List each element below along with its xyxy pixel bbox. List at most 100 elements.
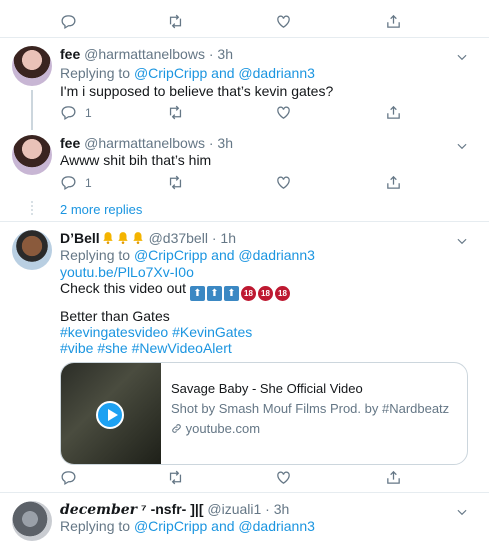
replying-to: Replying to @CripCripp and @dadriann3	[60, 65, 315, 81]
no-under-18-icon: 18	[240, 286, 256, 301]
heart-icon	[277, 471, 290, 484]
up-arrow-icon: ⬆	[206, 286, 222, 301]
handle[interactable]: @izuali1	[207, 501, 261, 517]
bell-icon	[133, 232, 143, 244]
video-thumbnail[interactable]	[61, 363, 161, 464]
replying-label: Replying to	[60, 518, 131, 534]
tweet-header: fee @harmattanelbows · 3h	[60, 135, 233, 151]
up-arrow-icon: ⬆	[223, 286, 239, 301]
like-button[interactable]	[275, 13, 292, 30]
avatar[interactable]	[12, 230, 52, 270]
share-button[interactable]	[385, 174, 402, 191]
separator: ·	[265, 501, 270, 517]
tweet-text: I'm i supposed to believe that’s kevin g…	[60, 83, 334, 99]
top-action-bar	[60, 13, 460, 31]
retweet-button[interactable]	[167, 104, 184, 121]
mention-link[interactable]: @CripCripp	[134, 247, 207, 263]
display-name[interactable]: fee	[60, 135, 80, 151]
handle[interactable]: @d37bell	[149, 230, 208, 246]
handle[interactable]: @harmattanelbows	[84, 135, 205, 151]
tweet-december[interactable]: december ⁷ -nsfr- ]|[ @izuali1 · 3h Repl…	[0, 493, 489, 541]
link-card[interactable]: Savage Baby - She Official Video Shot by…	[60, 362, 468, 465]
display-name[interactable]: D’Bell	[60, 230, 100, 246]
more-replies-link[interactable]: 2 more replies	[60, 202, 142, 217]
avatar[interactable]	[12, 501, 52, 541]
chevron-down-icon[interactable]	[455, 505, 469, 519]
mention-link[interactable]: @CripCripp	[134, 518, 207, 534]
heart-icon	[277, 106, 290, 119]
tweet-text: Awww shit bih that’s him	[60, 152, 212, 168]
play-icon[interactable]	[96, 401, 124, 429]
chevron-down-icon[interactable]	[455, 139, 469, 153]
share-button[interactable]	[385, 104, 402, 121]
display-name[interactable]: fee	[60, 46, 80, 62]
chevron-down-icon[interactable]	[455, 50, 469, 64]
share-button[interactable]	[385, 13, 402, 30]
display-name-suffix: ⁷ -nsfr- ]|[	[140, 501, 204, 517]
handle[interactable]: @harmattanelbows	[84, 46, 205, 62]
heart-icon	[277, 176, 290, 189]
reply-button[interactable]: 1	[60, 104, 92, 121]
display-name[interactable]: december	[60, 502, 137, 518]
timestamp[interactable]: 1h	[220, 230, 236, 246]
share-icon	[387, 14, 400, 28]
retweet-button[interactable]	[167, 174, 184, 191]
thread-line	[31, 90, 33, 130]
retweet-icon	[169, 470, 182, 485]
mention-link[interactable]: @dadriann3	[238, 65, 315, 81]
card-domain: youtube.com	[185, 421, 261, 436]
share-icon	[387, 105, 400, 119]
replying-and: and	[211, 518, 235, 534]
mention-link[interactable]: @CripCripp	[134, 65, 207, 81]
replying-and: and	[211, 247, 235, 263]
like-button[interactable]	[275, 104, 292, 121]
timestamp[interactable]: 3h	[217, 46, 233, 62]
video-link[interactable]: youtu.be/PlLo7Xv-I0o	[60, 264, 194, 280]
avatar[interactable]	[12, 46, 52, 86]
tweet-actions: 1	[60, 174, 460, 192]
tweet-actions	[60, 469, 460, 487]
retweet-button[interactable]	[167, 469, 184, 486]
tweet-header: december ⁷ -nsfr- ]|[ @izuali1 · 3h	[60, 501, 289, 518]
reply-count: 1	[85, 105, 92, 120]
separator: ·	[211, 230, 217, 246]
mention-link[interactable]: @dadriann3	[238, 518, 315, 534]
tweet-text: Check this video out	[60, 280, 187, 296]
hashtags[interactable]: #kevingatesvideo #KevinGates	[60, 324, 252, 340]
reply-icon	[61, 176, 76, 191]
tweet-header: D’Bell @d37bell · 1h	[60, 230, 236, 246]
mention-link[interactable]: @dadriann3	[238, 247, 315, 263]
hashtags[interactable]: #vibe #she #NewVideoAlert	[60, 340, 232, 356]
replying-label: Replying to	[60, 65, 131, 81]
heart-icon	[277, 15, 290, 28]
reply-icon	[61, 106, 76, 121]
tweet-fee-1[interactable]: fee @harmattanelbows · 3h Replying to @C…	[0, 38, 489, 130]
timestamp[interactable]: 3h	[217, 135, 233, 151]
timestamp[interactable]: 3h	[274, 501, 290, 517]
share-button[interactable]	[385, 469, 402, 486]
reply-button[interactable]	[60, 13, 77, 30]
link-icon	[172, 424, 181, 433]
reply-button[interactable]	[60, 469, 77, 486]
retweet-icon	[169, 175, 182, 190]
share-icon	[387, 470, 400, 484]
replying-to: Replying to @CripCripp and @dadriann3	[60, 247, 315, 263]
bell-icon	[118, 232, 128, 244]
separator: ·	[208, 135, 214, 151]
tweet-text-line: Check this video out ⬆ ⬆ ⬆ 18 18 18	[60, 280, 292, 301]
tweet-dbell[interactable]: D’Bell @d37bell · 1h Replying to @CripCr…	[0, 222, 489, 492]
retweet-icon	[169, 105, 182, 120]
tweet-actions: 1	[60, 104, 460, 122]
chevron-down-icon[interactable]	[455, 234, 469, 248]
card-domain-row: youtube.com	[171, 421, 449, 436]
tweet-fee-2[interactable]: fee @harmattanelbows · 3h Awww shit bih …	[0, 127, 489, 197]
reply-button[interactable]: 1	[60, 174, 92, 191]
like-button[interactable]	[275, 174, 292, 191]
like-button[interactable]	[275, 469, 292, 486]
avatar[interactable]	[12, 135, 52, 175]
up-arrow-icon: ⬆	[189, 286, 205, 301]
retweet-button[interactable]	[167, 13, 184, 30]
no-under-18-icon: 18	[257, 286, 273, 301]
share-icon	[387, 175, 400, 189]
separator: ·	[208, 46, 214, 62]
